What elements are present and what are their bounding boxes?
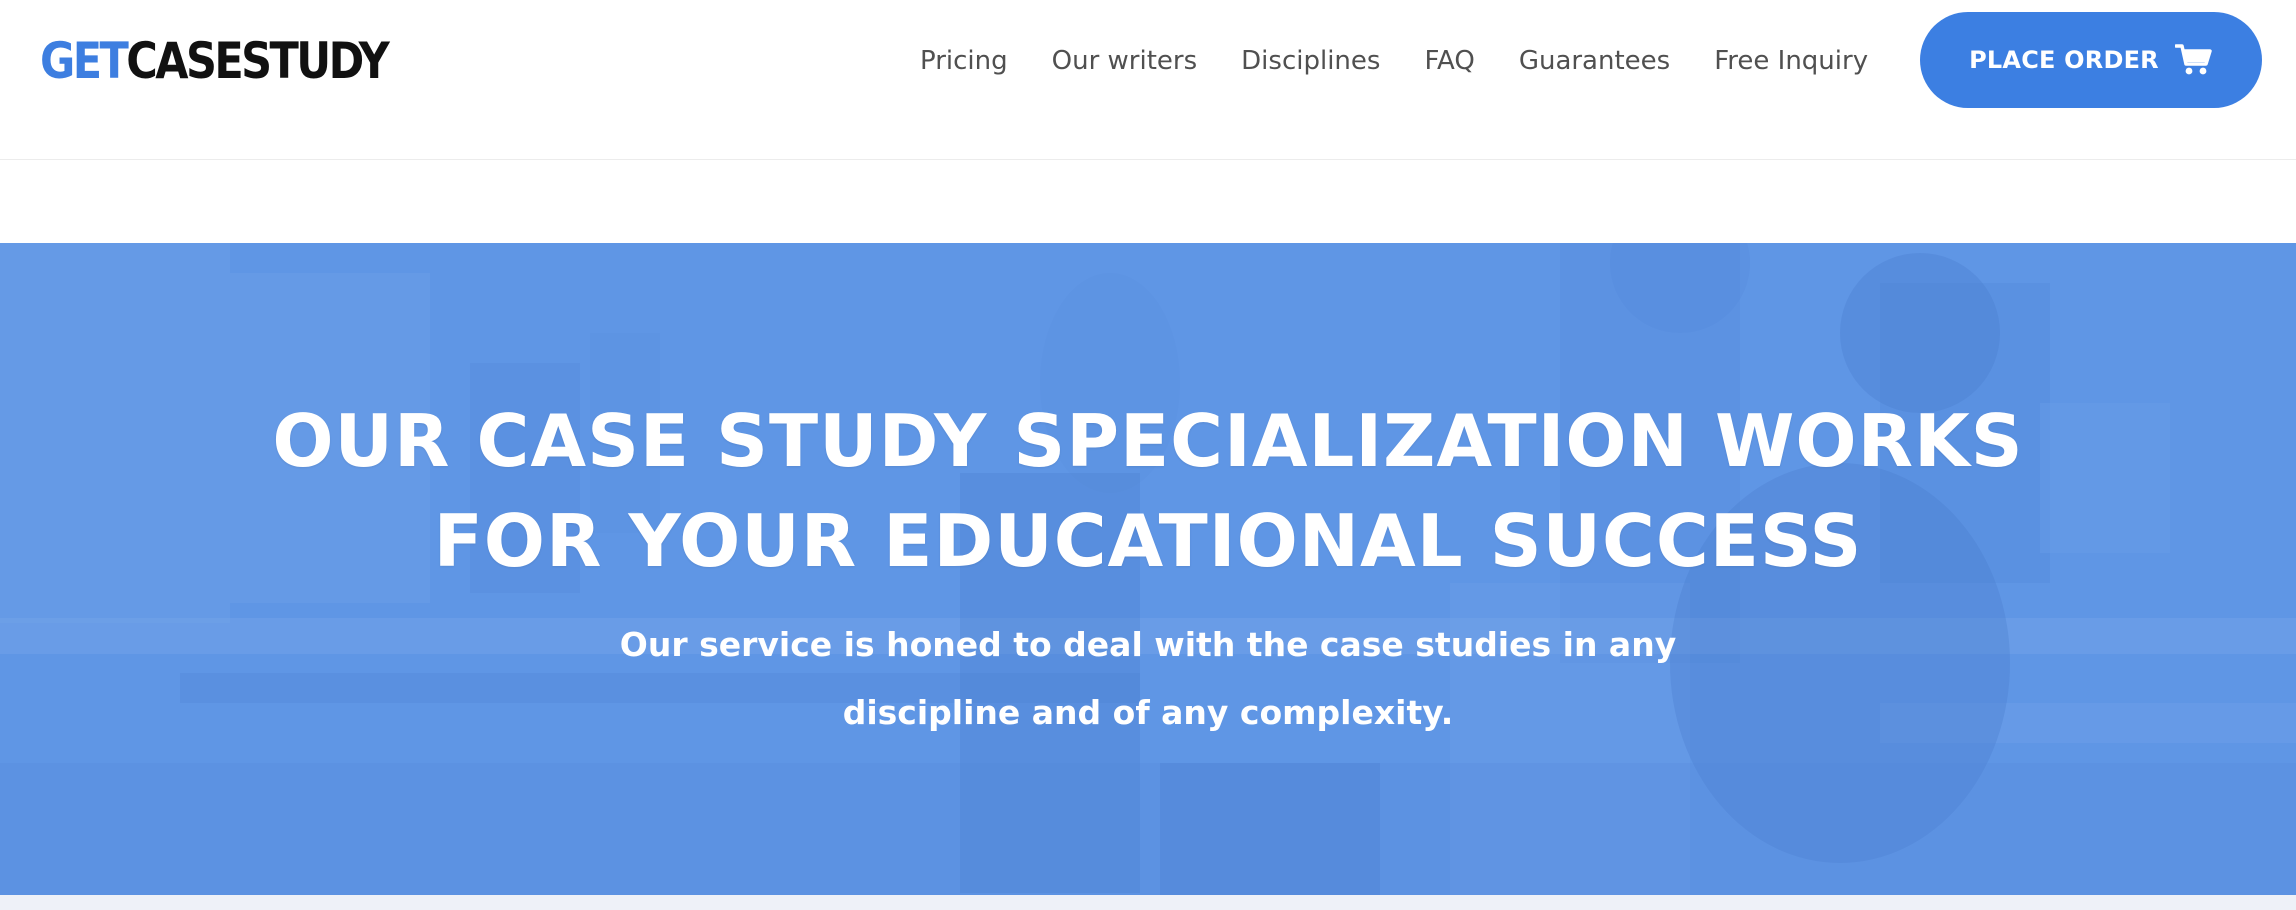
logo-get-text: GET bbox=[40, 32, 129, 90]
hero-subtitle-line-1: Our service is honed to deal with the ca… bbox=[619, 625, 1677, 664]
hero-title: OUR CASE STUDY SPECIALIZATION WORKS FOR … bbox=[0, 391, 2296, 591]
main-nav: Pricing Our writers Disciplines FAQ Guar… bbox=[920, 38, 1868, 84]
hero-title-line-1: OUR CASE STUDY SPECIALIZATION WORKS bbox=[272, 399, 2024, 483]
nav-pricing[interactable]: Pricing bbox=[920, 38, 1008, 84]
place-order-label: PLACE ORDER bbox=[1969, 46, 2159, 74]
place-order-button[interactable]: PLACE ORDER bbox=[1920, 12, 2262, 108]
logo-casestudy-text: CASESTUDY bbox=[126, 32, 389, 90]
cart-icon bbox=[2174, 44, 2212, 75]
section-divider bbox=[0, 895, 2296, 910]
site-logo[interactable]: GETCASESTUDY bbox=[40, 32, 390, 90]
nav-faq[interactable]: FAQ bbox=[1424, 38, 1474, 84]
nav-our-writers[interactable]: Our writers bbox=[1052, 38, 1198, 84]
nav-free-inquiry[interactable]: Free Inquiry bbox=[1714, 38, 1868, 84]
hero-subtitle: Our service is honed to deal with the ca… bbox=[0, 611, 2296, 747]
nav-guarantees[interactable]: Guarantees bbox=[1519, 38, 1670, 84]
hero-section: OUR CASE STUDY SPECIALIZATION WORKS FOR … bbox=[0, 243, 2296, 895]
nav-disciplines[interactable]: Disciplines bbox=[1241, 38, 1380, 84]
hero-title-line-2: FOR YOUR EDUCATIONAL SUCCESS bbox=[433, 499, 1863, 583]
site-header: GETCASESTUDY Pricing Our writers Discipl… bbox=[0, 0, 2296, 160]
hero-subtitle-line-2: discipline and of any complexity. bbox=[842, 693, 1454, 732]
